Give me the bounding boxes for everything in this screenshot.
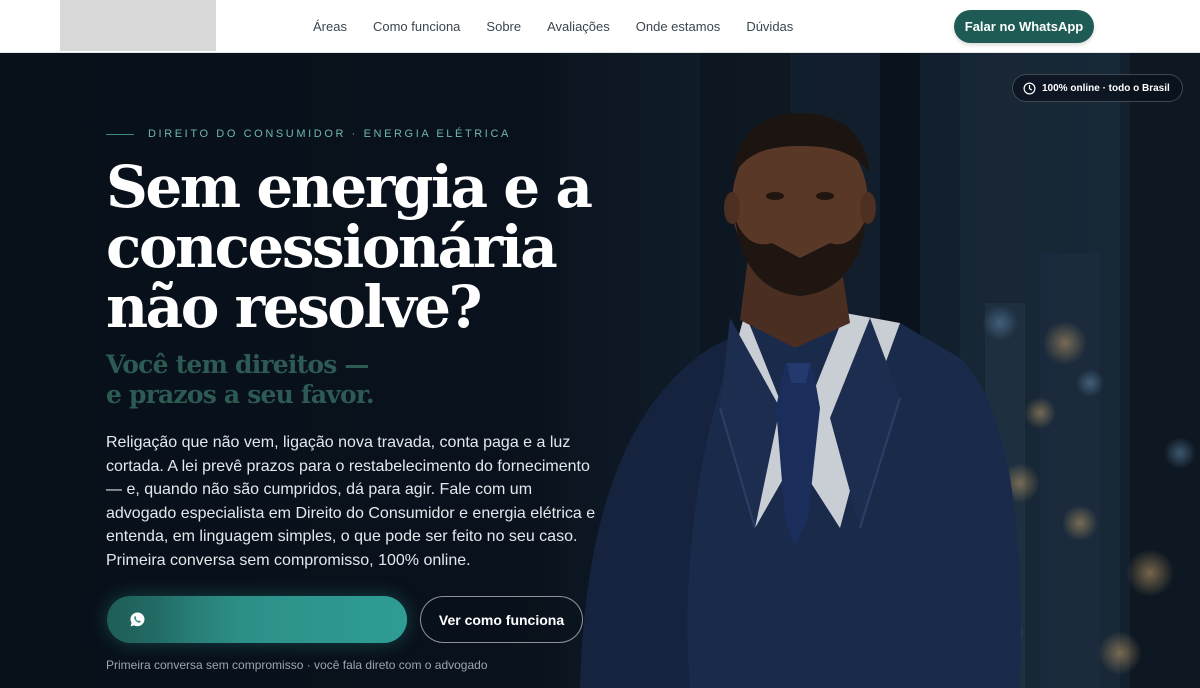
subhead-line-1: Você tem direitos —	[106, 350, 369, 379]
availability-badge: 100% online · todo o Brasil	[1012, 74, 1183, 102]
nav-link-areas[interactable]: Áreas	[313, 19, 347, 34]
how-it-works-button[interactable]: Ver como funciona	[420, 596, 583, 643]
hero-section: 100% online · todo o Brasil DIREITO DO C…	[0, 53, 1200, 688]
eyebrow-text: DIREITO DO CONSUMIDOR · ENERGIA ELÉTRICA	[148, 128, 511, 140]
hero-subheadline: Você tem direitos — e prazos a seu favor…	[106, 350, 466, 410]
nav-link-como-funciona[interactable]: Como funciona	[373, 19, 460, 34]
cta-gradient-overlay	[157, 596, 407, 643]
site-header: Áreas Como funciona Sobre Avaliações Ond…	[0, 0, 1200, 53]
nav-link-onde-estamos[interactable]: Onde estamos	[636, 19, 721, 34]
headline-line-2: concessionária	[106, 213, 558, 281]
hero-footnote: Primeira conversa sem compromisso · você…	[106, 658, 488, 672]
whatsapp-icon	[130, 612, 145, 627]
availability-badge-text: 100% online · todo o Brasil	[1042, 82, 1170, 94]
headline-line-3: não resolve?	[106, 273, 483, 341]
nav-link-duvidas[interactable]: Dúvidas	[746, 19, 793, 34]
whatsapp-header-button[interactable]: Falar no WhatsApp	[954, 10, 1094, 43]
nav-link-sobre[interactable]: Sobre	[486, 19, 521, 34]
hero-headline: Sem energia e a concessionária não resol…	[106, 157, 626, 337]
clock-icon	[1023, 82, 1036, 94]
eyebrow-divider	[106, 133, 134, 135]
logo[interactable]	[60, 0, 216, 51]
whatsapp-cta-button[interactable]	[107, 596, 407, 643]
hero-description: Religação que não vem, ligação nova trav…	[106, 434, 596, 569]
main-nav: Áreas Como funciona Sobre Avaliações Ond…	[300, 0, 806, 53]
nav-link-avaliacoes[interactable]: Avaliações	[547, 19, 610, 34]
headline-line-1: Sem energia e a	[106, 153, 593, 221]
subhead-line-2: e prazos a seu favor.	[106, 380, 375, 409]
hero-eyebrow: DIREITO DO CONSUMIDOR · ENERGIA ELÉTRICA	[106, 128, 511, 140]
